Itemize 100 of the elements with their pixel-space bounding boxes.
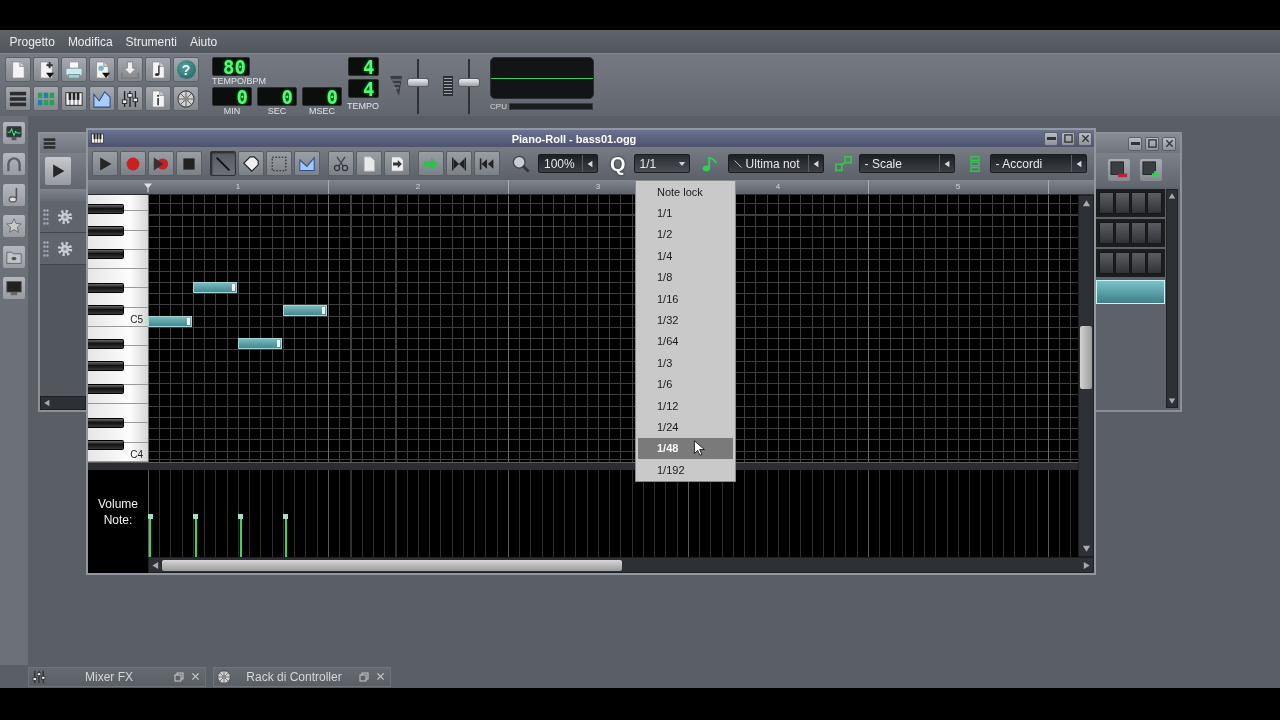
scrollbar-thumb[interactable] (1080, 326, 1092, 389)
chord-dropdown[interactable]: - Accordi (989, 154, 1087, 173)
sidebar-button[interactable] (3, 184, 25, 206)
toolbar-button[interactable] (145, 57, 171, 82)
piano-keyboard[interactable]: C5 C4 (88, 195, 148, 462)
note-length-dropdown[interactable]: Ultima not (727, 154, 824, 173)
toolbar-button[interactable] (474, 151, 500, 176)
note-block[interactable] (148, 315, 192, 327)
menu-option[interactable]: 1/64 (638, 330, 733, 353)
toolbar-button[interactable] (384, 151, 410, 176)
toolbar-button[interactable] (89, 57, 115, 82)
time-signature-display[interactable]: 4 (347, 57, 379, 76)
horizontal-scrollbar[interactable] (40, 396, 86, 410)
step-button[interactable] (1147, 192, 1162, 214)
zoom-dropdown[interactable]: 100% (538, 154, 598, 173)
menu-option[interactable]: 1/24 (638, 416, 733, 438)
toolbar-button[interactable] (61, 86, 87, 111)
close-button[interactable] (374, 670, 387, 683)
menu-option[interactable]: 1/48 (638, 437, 733, 460)
step-button[interactable] (1147, 222, 1162, 244)
restore-button[interactable] (357, 670, 370, 683)
scale-dropdown[interactable]: - Scale (858, 154, 955, 173)
menu-option[interactable]: 1/16 (638, 287, 733, 310)
sharp-key[interactable] (88, 361, 124, 372)
menu-option[interactable]: 1/8 (638, 266, 733, 288)
velocity-bar[interactable] (148, 514, 153, 557)
sharp-key[interactable] (88, 383, 124, 394)
menu-option[interactable]: 1/12 (638, 394, 733, 417)
vertical-scrollbar[interactable] (1078, 195, 1094, 557)
menu-option[interactable]: 1/1 (638, 202, 733, 224)
sharp-key[interactable] (88, 417, 124, 428)
quantize-label: Q (610, 153, 626, 174)
step-button[interactable] (1115, 222, 1130, 244)
slider-thumb[interactable] (458, 77, 480, 87)
slider-thumb[interactable] (407, 77, 429, 87)
menu-item[interactable]: Aiuto (183, 34, 224, 49)
note-grid[interactable] (148, 195, 1078, 462)
time-signature-display[interactable]: 4 (347, 79, 379, 98)
timeline-ruler[interactable]: 1 2 3 (88, 180, 635, 195)
menu-option[interactable]: Note lock (638, 181, 733, 203)
menu-option[interactable]: 1/32 (638, 309, 733, 331)
horizontal-scrollbar[interactable] (148, 557, 1094, 573)
vertical-scrollbar[interactable] (1166, 189, 1178, 408)
note-block[interactable] (238, 338, 282, 350)
skip-back-icon (479, 155, 495, 172)
menu-item[interactable]: Strumenti (119, 34, 184, 49)
pattern-block[interactable] (1096, 280, 1165, 304)
menu-option[interactable]: 1/2 (638, 223, 733, 246)
velocity-bar[interactable] (238, 514, 243, 557)
menu-option[interactable]: 1/3 (638, 352, 733, 374)
play-button[interactable] (45, 157, 71, 185)
scrollbar-thumb[interactable] (162, 559, 622, 571)
step-button[interactable] (1131, 192, 1146, 214)
tempo-display[interactable]: 80 (212, 57, 250, 76)
remove-steps-button[interactable] (1108, 159, 1130, 181)
cursor-icon (692, 439, 708, 456)
menu-item[interactable]: Modifica (61, 34, 120, 49)
sharp-key[interactable] (88, 248, 124, 259)
sidebar-button[interactable] (3, 277, 25, 299)
add-steps-button[interactable] (1140, 159, 1162, 181)
sharp-key[interactable] (88, 203, 124, 214)
menu-option[interactable]: 1/192 (638, 459, 733, 481)
restore-button[interactable] (172, 670, 185, 683)
menu-option[interactable]: 1/6 (638, 373, 733, 395)
toolbar-button[interactable] (92, 151, 118, 176)
tool-button[interactable] (294, 151, 320, 176)
step-button[interactable] (1147, 252, 1162, 274)
toolbar-button[interactable] (5, 86, 31, 111)
step-button[interactable] (1115, 252, 1130, 274)
velocity-bar[interactable] (283, 514, 288, 557)
minimized-window[interactable]: Mixer FX (28, 666, 206, 687)
sharp-key[interactable] (88, 226, 124, 237)
note-block[interactable] (283, 304, 327, 316)
menu-item[interactable]: Progetto (3, 34, 62, 49)
step-button[interactable] (1099, 192, 1114, 214)
sharp-key[interactable] (88, 440, 124, 451)
close-button[interactable] (189, 670, 202, 683)
sharp-key[interactable] (88, 338, 124, 349)
toolbar-button[interactable] (446, 151, 472, 176)
toolbar-button[interactable] (33, 57, 59, 82)
step-button[interactable] (1099, 222, 1114, 244)
sharp-key[interactable] (88, 305, 124, 316)
step-button[interactable] (1099, 252, 1114, 274)
velocity-bar[interactable] (193, 514, 198, 557)
step-button[interactable] (1131, 222, 1146, 244)
step-button[interactable] (1131, 252, 1146, 274)
menu-option[interactable]: 1/4 (638, 245, 733, 267)
step-button[interactable] (1115, 192, 1130, 214)
note-icon (701, 155, 718, 172)
minimized-window[interactable]: Rack di Controller (213, 666, 391, 687)
minimize-button[interactable] (1044, 131, 1058, 146)
close-button[interactable] (1078, 131, 1092, 146)
toolbar-button[interactable] (176, 151, 202, 176)
tool-button[interactable] (238, 151, 264, 176)
sidebar-button[interactable] (3, 122, 25, 144)
help-button[interactable]: ? (173, 57, 199, 82)
maximize-button[interactable] (1061, 131, 1075, 146)
sharp-key[interactable] (88, 282, 124, 293)
quantize-dropdown[interactable]: 1/1 (633, 154, 690, 173)
toolbar-button[interactable] (117, 86, 143, 111)
